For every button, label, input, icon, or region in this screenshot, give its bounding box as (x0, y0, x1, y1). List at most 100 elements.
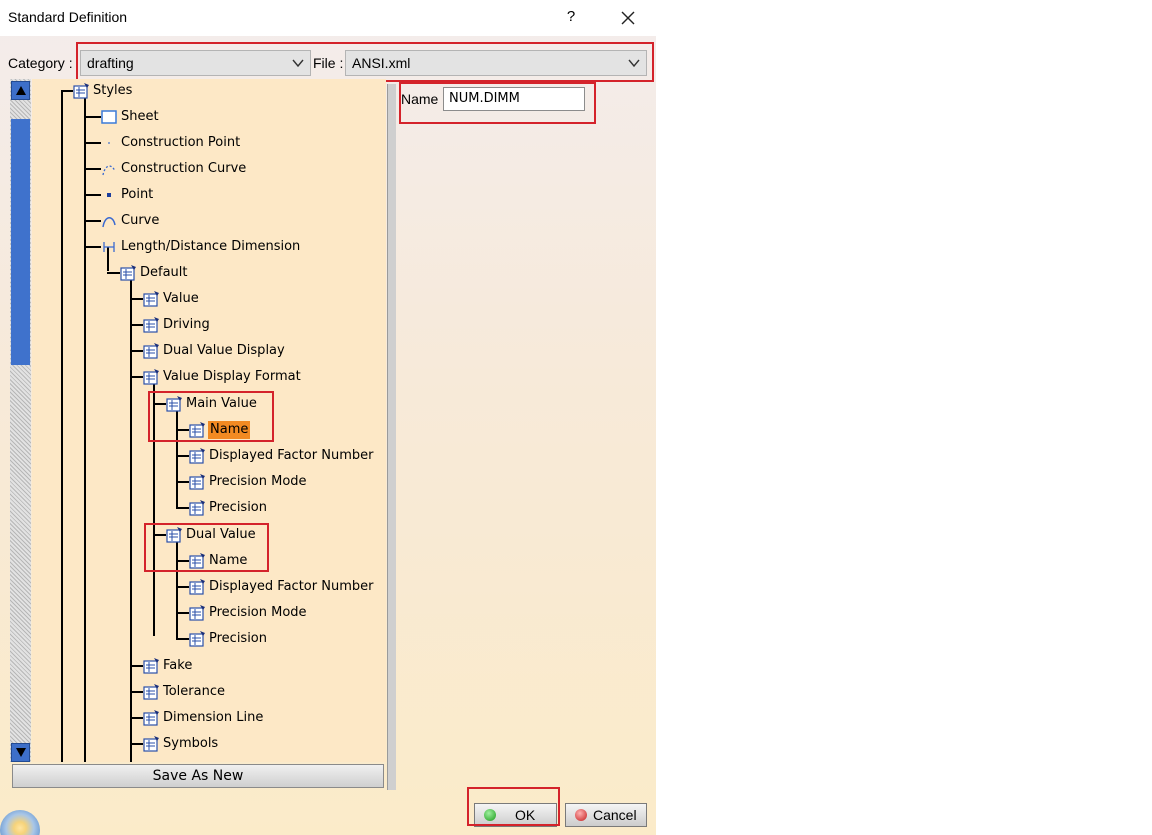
app-logo-icon (0, 810, 40, 835)
style-icon (189, 631, 205, 647)
tree-node-label: Dual Value Display (163, 343, 285, 358)
tree-node-label: Precision Mode (209, 474, 307, 489)
tree-node-label: Symbols (163, 736, 219, 751)
category-dropdown[interactable]: drafting (80, 50, 311, 76)
tree-line (130, 350, 143, 352)
ok-label: OK (515, 807, 536, 823)
chevron-down-icon (292, 59, 304, 68)
tree-line (84, 194, 101, 196)
style-icon (143, 658, 159, 674)
tree-node-label: Curve (121, 213, 160, 228)
tree-node-label: Dual Value (186, 527, 256, 542)
tree-line (130, 324, 143, 326)
tree-node-label: Point (121, 187, 154, 202)
tree-scrollbar[interactable] (10, 79, 31, 762)
tree-node-label: Driving (163, 317, 210, 332)
arrow-up-icon (16, 86, 26, 95)
file-dropdown[interactable]: ANSI.xml (345, 50, 647, 76)
scroll-thumb[interactable] (11, 119, 30, 365)
style-icon (189, 605, 205, 621)
curve-icon (101, 213, 117, 229)
tree-node-label: Default (140, 265, 188, 280)
close-button[interactable] (616, 6, 640, 30)
tree-node-label: Dimension Line (163, 710, 264, 725)
style-icon (143, 343, 159, 359)
tree-line (130, 743, 143, 745)
tree-node-label: Styles (93, 83, 133, 98)
tree-line (176, 507, 189, 509)
tree-node-label: Name (209, 553, 248, 568)
style-icon (189, 448, 205, 464)
panel-splitter[interactable] (387, 84, 396, 790)
file-value: ANSI.xml (352, 55, 411, 71)
tree-node-label: Construction Curve (121, 161, 247, 176)
tree-line (176, 638, 189, 640)
tree-node-label: Fake (163, 658, 193, 673)
cancel-label: Cancel (593, 807, 637, 823)
tree-line (176, 586, 189, 588)
style-icon (143, 710, 159, 726)
style-icon (120, 265, 136, 281)
tree-node-label: Value Display Format (163, 369, 301, 384)
scroll-down-button[interactable] (11, 743, 30, 762)
tree-node-label: Name (208, 421, 251, 439)
tree-panel: Styles Sheet Construction Point Constructio… (10, 79, 386, 762)
cancel-button[interactable]: Cancel (565, 803, 647, 827)
style-icon (143, 317, 159, 333)
tree-line (130, 717, 143, 719)
window-title: Standard Definition (8, 9, 128, 25)
tree-line (84, 116, 101, 118)
style-icon (143, 291, 159, 307)
ok-button[interactable]: OK (474, 803, 557, 827)
standard-definition-dialog: Standard Definition ? Category : draftin… (0, 0, 656, 835)
help-button[interactable]: ? (560, 6, 582, 28)
tree-node-label: Displayed Factor Number (209, 448, 374, 463)
style-icon (73, 83, 89, 99)
style-icon (143, 736, 159, 752)
chevron-down-icon (628, 59, 640, 68)
style-icon (143, 684, 159, 700)
tree-line (153, 534, 166, 536)
save-as-new-button[interactable]: Save As New (12, 764, 384, 788)
tree-line (176, 481, 189, 483)
category-label: Category : (8, 55, 73, 71)
tree-line (84, 220, 101, 222)
tree-line (130, 273, 132, 762)
close-icon (621, 11, 635, 25)
style-icon (189, 474, 205, 490)
tree-line (153, 378, 155, 636)
tree-line (176, 560, 189, 562)
tree-line (130, 376, 143, 378)
tree-node-label: Construction Point (121, 135, 241, 150)
point-icon (101, 187, 117, 203)
tree-line (61, 90, 73, 92)
style-icon (166, 396, 182, 412)
dim-icon (101, 239, 117, 255)
tree-line (84, 168, 101, 170)
style-icon (166, 527, 182, 543)
style-icon (189, 579, 205, 595)
tree-line (107, 272, 120, 274)
arrow-down-icon (16, 748, 26, 757)
tree-line (176, 455, 189, 457)
ok-icon (484, 809, 496, 821)
tree-line (176, 612, 189, 614)
style-icon (189, 422, 205, 438)
tree-line (61, 91, 63, 762)
tree-line (84, 142, 101, 144)
scroll-up-button[interactable] (11, 81, 30, 100)
tree-node-label: Main Value (186, 396, 257, 411)
cancel-icon (575, 809, 587, 821)
tree-line (176, 429, 189, 431)
tree-node-label: Precision Mode (209, 605, 307, 620)
name-field[interactable]: NUM.DIMM (443, 87, 585, 111)
title-bar: Standard Definition ? (0, 0, 656, 36)
tree-line (130, 665, 143, 667)
name-value: NUM.DIMM (449, 91, 520, 106)
file-label: File : (313, 55, 344, 71)
tree-line (84, 246, 101, 248)
tree-node-label: Sheet (121, 109, 159, 124)
tree-node-label: Length/Distance Dimension (121, 239, 301, 254)
cpoint-icon (101, 135, 117, 151)
category-value: drafting (87, 55, 134, 71)
